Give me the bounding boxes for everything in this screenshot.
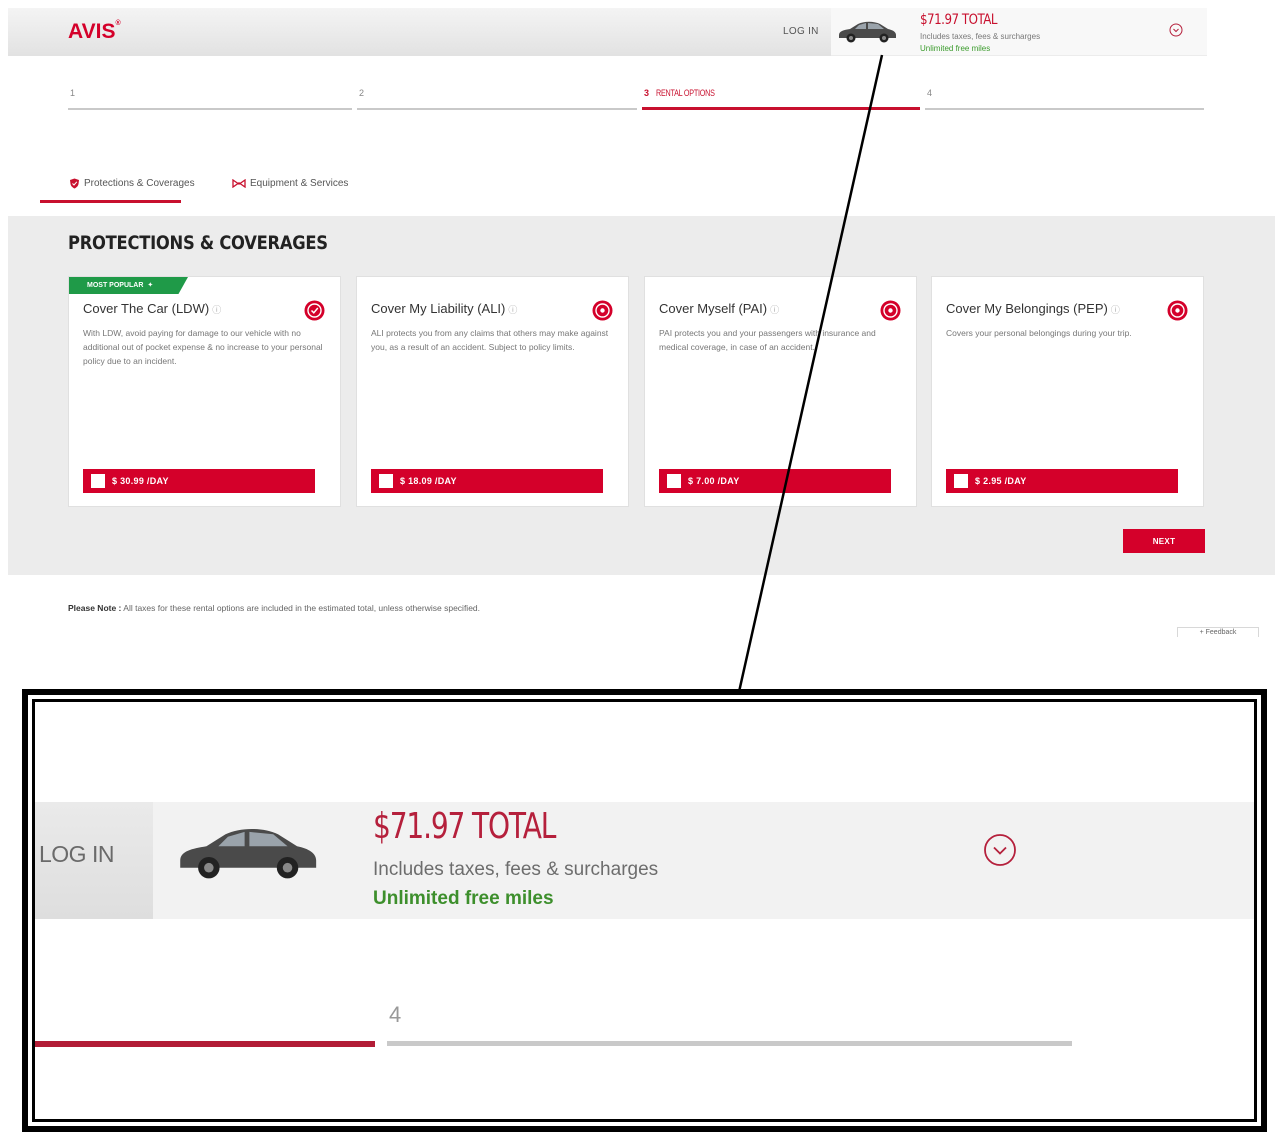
- coverage-card-pep: Cover My Belongings (PEP) ⓘ Covers your p…: [931, 276, 1204, 507]
- step-bar: [357, 108, 637, 110]
- card-title-text: Cover The Car (LDW): [83, 301, 210, 316]
- most-popular-badge: MOST POPULAR ✦: [69, 277, 188, 294]
- car-image: [180, 828, 317, 879]
- zoom-step-number: 4: [389, 1002, 402, 1027]
- price-label: $ 2.95 /DAY: [975, 476, 1027, 486]
- step-3[interactable]: 3 RENTAL OPTIONS: [642, 88, 920, 110]
- step-bar: [642, 107, 920, 110]
- please-note: Please Note : All taxes for these rental…: [68, 603, 480, 613]
- add-ldw-button[interactable]: $ 30.99 /DAY: [83, 469, 315, 493]
- step-number: 2: [359, 88, 365, 98]
- card-title: Cover My Liability (ALI) ⓘ: [371, 301, 517, 316]
- card-title-text: Cover My Liability (ALI): [371, 301, 506, 316]
- tab-equipment-label: Equipment & Services: [250, 178, 349, 189]
- card-title: Cover My Belongings (PEP) ⓘ: [946, 301, 1120, 316]
- info-icon[interactable]: ⓘ: [1111, 305, 1120, 315]
- step-1[interactable]: 1: [68, 88, 352, 110]
- zoom-active-step-bar: [35, 1041, 375, 1047]
- zoom-taxes-note: Includes taxes, fees & surcharges: [373, 859, 659, 880]
- step-number: 4: [927, 88, 933, 98]
- step-2[interactable]: 2: [357, 88, 637, 110]
- coverage-icon: [592, 300, 613, 321]
- avis-logo[interactable]: AVIS®: [68, 20, 121, 44]
- price-label: $ 7.00 /DAY: [688, 476, 740, 486]
- info-icon[interactable]: ⓘ: [770, 305, 779, 315]
- badge-label: MOST POPULAR: [87, 282, 144, 289]
- coverage-icon: [1167, 300, 1188, 321]
- note-label: Please Note :: [68, 603, 122, 613]
- coverage-card-ldw: MOST POPULAR ✦ Cover The Car (LDW) ⓘ With …: [68, 276, 341, 507]
- card-title-text: Cover Myself (PAI): [659, 301, 768, 316]
- zoom-login-link[interactable]: LOG IN: [39, 841, 114, 868]
- coverage-card-ali: Cover My Liability (ALI) ⓘ ALI protects y…: [356, 276, 629, 507]
- step-bar: [925, 108, 1204, 110]
- logo-text: AVIS: [68, 20, 116, 43]
- chevron-down-circle-icon[interactable]: [1169, 23, 1183, 37]
- add-ali-button[interactable]: $ 18.09 /DAY: [371, 469, 603, 493]
- card-description: ALI protects you from any claims that ot…: [371, 328, 609, 352]
- price-label: $ 30.99 /DAY: [112, 476, 169, 486]
- top-header: AVIS® LOG IN: [8, 8, 831, 56]
- coverage-icon: [304, 300, 325, 321]
- checkbox[interactable]: [91, 474, 105, 488]
- step-label: RENTAL OPTIONS: [656, 88, 715, 98]
- next-button[interactable]: NEXT: [1123, 529, 1205, 553]
- add-pep-button[interactable]: $ 2.95 /DAY: [946, 469, 1178, 493]
- coverage-icon: [880, 300, 901, 321]
- checkbox[interactable]: [667, 474, 681, 488]
- step-bar: [68, 108, 352, 110]
- equipment-icon: [232, 178, 246, 188]
- zoom-panel-inner: LOG IN $71.97 TOTAL Includes taxes, fees…: [32, 699, 1257, 1122]
- card-title: Cover The Car (LDW) ⓘ: [83, 301, 221, 316]
- card-description: PAI protects you and your passengers wit…: [659, 328, 876, 352]
- active-tab-underline: [40, 200, 181, 203]
- login-link[interactable]: LOG IN: [783, 26, 819, 37]
- feedback-button[interactable]: + Feedback: [1177, 627, 1259, 637]
- miles-note: Unlimited free miles: [920, 44, 991, 53]
- total-price: $71.97 TOTAL: [920, 12, 998, 28]
- zoom-total-price: $71.97 TOTAL: [373, 806, 556, 847]
- card-title: Cover Myself (PAI) ⓘ: [659, 301, 779, 316]
- step-number: 1: [70, 88, 76, 98]
- checkbox[interactable]: [954, 474, 968, 488]
- logo-registered-mark: ®: [115, 20, 121, 27]
- info-icon[interactable]: ⓘ: [508, 305, 517, 315]
- taxes-note: Includes taxes, fees & surcharges: [920, 32, 1041, 41]
- coverage-card-pai: Cover Myself (PAI) ⓘ PAI protects you and…: [644, 276, 917, 507]
- add-pai-button[interactable]: $ 7.00 /DAY: [659, 469, 891, 493]
- price-label: $ 18.09 /DAY: [400, 476, 457, 486]
- card-description: Covers your personal belongings during y…: [946, 328, 1132, 338]
- zoom-step-bar: [387, 1041, 1072, 1046]
- shield-icon: [70, 178, 79, 189]
- tab-protections[interactable]: Protections & Coverages: [69, 178, 195, 202]
- step-number: 3: [644, 88, 650, 98]
- tab-protections-label: Protections & Coverages: [84, 178, 195, 190]
- card-title-text: Cover My Belongings (PEP): [946, 301, 1108, 316]
- reservation-summary[interactable]: $71.97 TOTAL Includes taxes, fees & surc…: [831, 8, 1207, 56]
- checkbox[interactable]: [379, 474, 393, 488]
- zoom-miles-note: Unlimited free miles: [373, 888, 554, 909]
- protections-section: PROTECTIONS & COVERAGES MOST POPULAR ✦ Co…: [8, 216, 1275, 575]
- zoom-panel: LOG IN $71.97 TOTAL Includes taxes, fees…: [22, 689, 1267, 1132]
- tab-equipment[interactable]: Equipment & Services: [232, 178, 348, 202]
- card-description: With LDW, avoid paying for damage to our…: [83, 328, 323, 366]
- section-title: PROTECTIONS & COVERAGES: [68, 232, 328, 254]
- info-icon[interactable]: ⓘ: [212, 305, 221, 315]
- step-4[interactable]: 4: [925, 88, 1204, 110]
- note-text: All taxes for these rental options are i…: [121, 603, 481, 613]
- star-icon: ✦: [147, 282, 154, 289]
- car-image: [839, 21, 896, 43]
- chevron-down-circle-icon[interactable]: [983, 833, 1017, 867]
